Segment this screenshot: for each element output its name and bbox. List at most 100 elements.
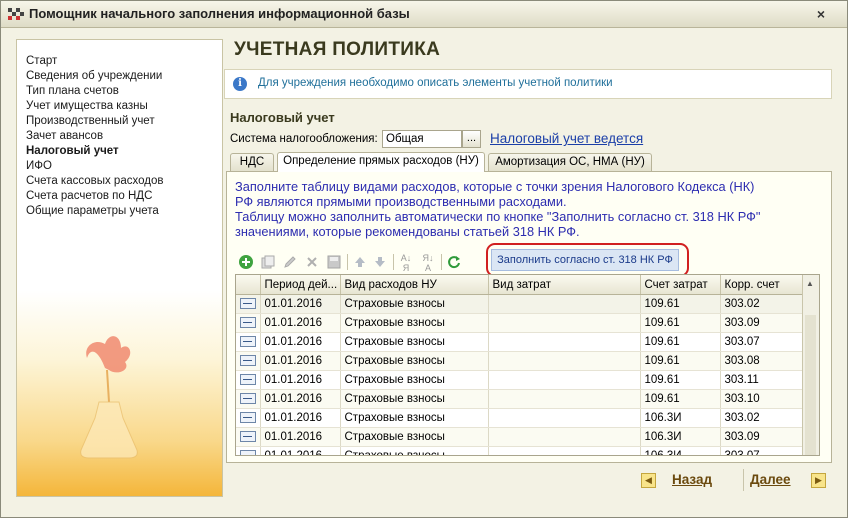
record-icon <box>239 393 256 405</box>
corr-account-cell[interactable]: 303.07 <box>720 332 803 352</box>
scroll-thumb[interactable] <box>805 315 816 455</box>
period-cell[interactable]: 01.01.2016 <box>260 332 341 352</box>
table-row[interactable]: 01.01.2016 Страховые взносы 109.61 303.07 <box>236 332 803 352</box>
sidebar-item[interactable]: Счета расчетов по НДС <box>26 189 222 204</box>
save-icon[interactable] <box>325 253 343 271</box>
cost-type-cell[interactable] <box>488 370 641 390</box>
column-header-cost-account[interactable]: Счет затрат <box>640 275 721 295</box>
sidebar-item[interactable]: Старт <box>26 54 222 69</box>
cost-type-cell[interactable] <box>488 332 641 352</box>
period-cell[interactable]: 01.01.2016 <box>260 294 341 314</box>
corr-account-cell[interactable]: 303.09 <box>720 313 803 333</box>
move-down-icon[interactable] <box>371 253 389 271</box>
cost-account-cell[interactable]: 106.3И <box>640 408 721 428</box>
scroll-up-icon[interactable]: ▲ <box>806 279 814 288</box>
expense-type-cell[interactable]: Страховые взносы <box>340 427 489 447</box>
tab-vat[interactable]: НДС <box>230 153 274 171</box>
table-row[interactable]: 01.01.2016 Страховые взносы 109.61 303.09 <box>236 313 803 333</box>
info-icon: i <box>233 77 247 91</box>
expense-type-cell[interactable]: Страховые взносы <box>340 313 489 333</box>
tax-accounting-link[interactable]: Налоговый учет ведется <box>490 131 643 146</box>
back-label: Назад <box>672 472 713 487</box>
column-header-cost-type[interactable]: Вид затрат <box>488 275 641 295</box>
expense-type-cell[interactable]: Страховые взносы <box>340 332 489 352</box>
period-cell[interactable]: 01.01.2016 <box>260 427 341 447</box>
period-cell[interactable]: 01.01.2016 <box>260 313 341 333</box>
period-cell[interactable]: 01.01.2016 <box>260 446 341 455</box>
tax-system-input[interactable]: Общая <box>382 130 462 148</box>
add-row-icon[interactable] <box>237 253 255 271</box>
table-row[interactable]: 01.01.2016 Страховые взносы 109.61 303.08 <box>236 351 803 371</box>
expense-type-cell[interactable]: Страховые взносы <box>340 294 489 314</box>
cost-account-cell[interactable]: 109.61 <box>640 351 721 371</box>
cost-account-cell[interactable]: 109.61 <box>640 370 721 390</box>
corr-account-cell[interactable]: 303.11 <box>720 370 803 390</box>
corr-account-cell[interactable]: 303.09 <box>720 427 803 447</box>
copy-row-icon[interactable] <box>259 253 277 271</box>
delete-row-icon[interactable] <box>303 253 321 271</box>
main-content: УЧЕТНАЯ ПОЛИТИКА i Для учреждения необхо… <box>222 33 833 495</box>
sidebar-item[interactable]: Налоговый учет <box>26 144 222 159</box>
tab-depreciation[interactable]: Амортизация ОС, НМА (НУ) <box>488 153 652 171</box>
period-cell[interactable]: 01.01.2016 <box>260 351 341 371</box>
row-icon-cell <box>236 294 261 314</box>
column-header-corr-account[interactable]: Корр. счет <box>720 275 803 295</box>
page-title: УЧЕТНАЯ ПОЛИТИКА <box>234 39 441 60</box>
title-bar[interactable]: Помощник начального заполнения информаци… <box>1 1 847 28</box>
table-row[interactable]: 01.01.2016 Страховые взносы 109.61 303.11 <box>236 370 803 390</box>
corr-account-cell[interactable]: 303.10 <box>720 389 803 409</box>
cost-account-cell[interactable]: 109.61 <box>640 332 721 352</box>
cost-account-cell[interactable]: 109.61 <box>640 294 721 314</box>
edit-row-icon[interactable] <box>281 253 299 271</box>
sidebar-item[interactable]: Учет имущества казны <box>26 99 222 114</box>
sidebar-item[interactable]: ИФО <box>26 159 222 174</box>
sidebar-item[interactable]: Тип плана счетов <box>26 84 222 99</box>
sort-ascending-icon[interactable]: A↓ Я <box>397 253 415 273</box>
corr-account-cell[interactable]: 303.02 <box>720 408 803 428</box>
description-line: Заполните таблицу видами расходов, котор… <box>235 179 755 194</box>
cost-type-cell[interactable] <box>488 446 641 455</box>
expense-type-cell[interactable]: Страховые взносы <box>340 389 489 409</box>
expense-type-cell[interactable]: Страховые взносы <box>340 351 489 371</box>
expense-type-cell[interactable]: Страховые взносы <box>340 408 489 428</box>
sidebar-item[interactable]: Счета кассовых расходов <box>26 174 222 189</box>
period-cell[interactable]: 01.01.2016 <box>260 389 341 409</box>
sidebar-item[interactable]: Общие параметры учета <box>26 204 222 219</box>
table-row[interactable]: 01.01.2016 Страховые взносы 106.3И 303.09 <box>236 427 803 447</box>
tab-direct-expenses[interactable]: Определение прямых расходов (НУ) <box>277 152 485 172</box>
cost-account-cell[interactable]: 106.3И <box>640 427 721 447</box>
table-row[interactable]: 01.01.2016 Страховые взносы 109.61 303.10 <box>236 389 803 409</box>
tax-system-select-button[interactable]: ... <box>462 130 481 148</box>
column-header-expense-type[interactable]: Вид расходов НУ <box>340 275 489 295</box>
table-row[interactable]: 01.01.2016 Страховые взносы 106.3И 303.07 <box>236 446 803 455</box>
expense-type-cell[interactable]: Страховые взносы <box>340 370 489 390</box>
tab-panel-direct-expenses: Заполните таблицу видами расходов, котор… <box>226 171 832 463</box>
table-row[interactable]: 01.01.2016 Страховые взносы 109.61 303.02 <box>236 294 803 314</box>
sidebar-item[interactable]: Производственный учет <box>26 114 222 129</box>
cost-account-cell[interactable]: 106.3И <box>640 446 721 455</box>
cost-type-cell[interactable] <box>488 389 641 409</box>
refresh-icon[interactable] <box>445 253 463 271</box>
cost-type-cell[interactable] <box>488 294 641 314</box>
period-cell[interactable]: 01.01.2016 <box>260 408 341 428</box>
column-header-period[interactable]: Период дей... <box>260 275 341 295</box>
sidebar-item[interactable]: Зачет авансов <box>26 129 222 144</box>
table-row[interactable]: 01.01.2016 Страховые взносы 106.3И 303.02 <box>236 408 803 428</box>
corr-account-cell[interactable]: 303.07 <box>720 446 803 455</box>
corr-account-cell[interactable]: 303.08 <box>720 351 803 371</box>
sort-descending-icon[interactable]: Я↓ A <box>419 253 437 273</box>
period-cell[interactable]: 01.01.2016 <box>260 370 341 390</box>
corr-account-cell[interactable]: 303.02 <box>720 294 803 314</box>
cost-type-cell[interactable] <box>488 427 641 447</box>
cost-type-cell[interactable] <box>488 313 641 333</box>
cost-account-cell[interactable]: 109.61 <box>640 313 721 333</box>
cost-type-cell[interactable] <box>488 408 641 428</box>
expense-type-cell[interactable]: Страховые взносы <box>340 446 489 455</box>
description-line: значениями, которые рекомендованы статье… <box>235 224 580 239</box>
move-up-icon[interactable] <box>351 253 369 271</box>
close-icon[interactable]: × <box>814 7 828 21</box>
cost-account-cell[interactable]: 109.61 <box>640 389 721 409</box>
cost-type-cell[interactable] <box>488 351 641 371</box>
table-vertical-scrollbar[interactable]: ▲ <box>802 275 819 455</box>
sidebar-item[interactable]: Сведения об учреждении <box>26 69 222 84</box>
